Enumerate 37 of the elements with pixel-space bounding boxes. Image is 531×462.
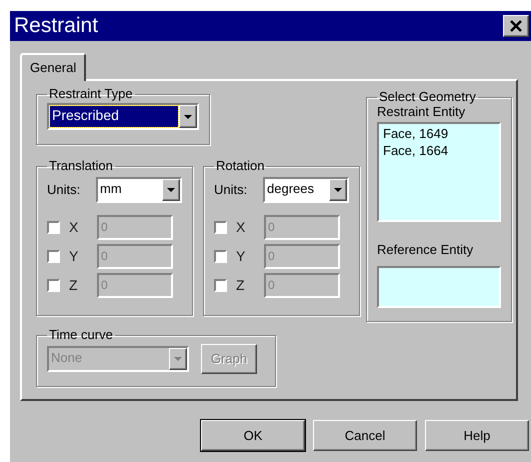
list-item[interactable]: Face, 1649 <box>383 125 495 142</box>
axis-label: X <box>69 218 80 237</box>
axis-label: Z <box>236 276 246 295</box>
dropdown-arrow-button[interactable] <box>179 105 197 128</box>
caret-icon <box>184 114 192 118</box>
axis-label: Z <box>69 276 79 295</box>
caret-icon <box>334 188 342 192</box>
caret-icon <box>167 188 175 192</box>
group-label: Restraint Type <box>48 87 134 101</box>
units-label: Units: <box>47 181 82 200</box>
group-label: Translation <box>48 159 114 173</box>
selected-value: Prescribed <box>50 106 178 127</box>
group-label: Rotation <box>215 159 266 173</box>
dialog-button[interactable]: Help <box>425 420 529 451</box>
axis-label: X <box>236 218 246 237</box>
tab[interactable]: General <box>20 53 86 81</box>
dropdown-arrow-button[interactable] <box>162 179 180 201</box>
group-label: Time curve <box>48 328 114 342</box>
restraint-entity-list[interactable]: Face, 1649 Face, 1664 <box>377 122 501 222</box>
group-label: Select Geometry <box>378 90 477 104</box>
units-dropdown[interactable]: degrees <box>263 177 349 203</box>
units-label: Units: <box>214 181 248 200</box>
field-label: Restraint Entity <box>377 104 466 119</box>
close-button[interactable] <box>503 15 529 37</box>
close-icon <box>510 20 522 32</box>
restraint-type-dropdown[interactable]: Prescribed <box>47 103 199 130</box>
dialog-button[interactable]: Cancel <box>313 420 417 451</box>
axis-label: Y <box>69 247 80 266</box>
units-dropdown[interactable]: mm <box>96 177 182 203</box>
field-label: Reference Entity <box>377 241 474 259</box>
caret-icon <box>174 357 182 361</box>
list-item[interactable]: Face, 1664 <box>383 142 495 159</box>
reference-entity-field[interactable] <box>377 266 501 308</box>
window-title: Restraint <box>14 13 98 40</box>
dialog-button[interactable]: OK <box>201 420 305 451</box>
axis-label: Y <box>236 247 246 266</box>
dropdown-arrow-button[interactable] <box>329 179 347 201</box>
